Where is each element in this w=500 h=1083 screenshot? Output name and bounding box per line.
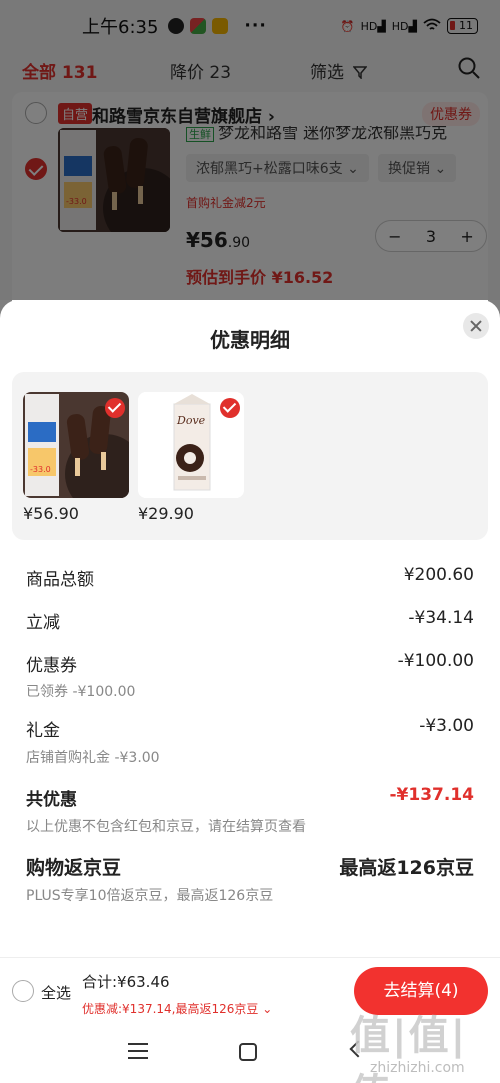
beans-note: PLUS专享10倍返京豆，最高返126京豆 bbox=[26, 888, 274, 904]
menu-icon[interactable] bbox=[128, 1043, 148, 1059]
beans-label: 购物返京豆 bbox=[26, 857, 122, 879]
checked-icon[interactable] bbox=[105, 398, 125, 418]
gift-sub: 店铺首购礼金 -¥3.00 bbox=[26, 750, 160, 766]
beans-value: 最高返126京豆 bbox=[339, 857, 474, 879]
selected-items-strip: -33.0 ¥56.90 Dove ¥29.90 bbox=[12, 372, 488, 540]
total-amount: 合计:¥63.46 bbox=[82, 973, 170, 991]
select-all-label[interactable]: 全选 bbox=[41, 982, 71, 1003]
close-icon[interactable] bbox=[463, 313, 489, 339]
checked-icon[interactable] bbox=[220, 398, 240, 418]
select-all-radio[interactable] bbox=[12, 980, 34, 1002]
watermark-site: zhizhizhi.com bbox=[370, 1060, 465, 1076]
gift-value: -¥3.00 bbox=[419, 716, 474, 736]
dim-overlay[interactable] bbox=[0, 0, 500, 300]
item-thumbnail[interactable]: Dove bbox=[138, 392, 244, 498]
coupon-value: -¥100.00 bbox=[397, 651, 474, 671]
total-discount-value: -¥137.14 bbox=[389, 785, 475, 805]
svg-text:-33.0: -33.0 bbox=[30, 465, 51, 474]
sheet-title: 优惠明细 bbox=[210, 328, 290, 352]
item-price: ¥29.90 bbox=[138, 504, 194, 523]
instant-discount-value: -¥34.14 bbox=[408, 608, 474, 628]
gift-label: 礼金 bbox=[26, 721, 60, 741]
total-discount-label: 共优惠 bbox=[26, 790, 77, 810]
subtotal-value: ¥200.60 bbox=[403, 565, 474, 585]
item-thumbnail[interactable]: -33.0 bbox=[23, 392, 129, 498]
coupon-sub: 已领券 -¥100.00 bbox=[26, 684, 136, 700]
subtotal-label: 商品总额 bbox=[26, 570, 94, 590]
discount-detail-sheet: 优惠明细 -33.0 ¥56.90 Dove ¥29.90 商品总额 ¥200.… bbox=[0, 300, 500, 957]
home-icon[interactable] bbox=[239, 1043, 257, 1061]
coupon-label: 优惠券 bbox=[26, 656, 77, 676]
svg-text:Dove: Dove bbox=[176, 414, 206, 427]
discount-summary-toggle[interactable]: 优惠减:¥137.14,最高返126京豆 ⌄ bbox=[82, 1000, 272, 1017]
instant-discount-label: 立减 bbox=[26, 613, 60, 633]
total-discount-note: 以上优惠不包含红包和京豆，请在结算页查看 bbox=[26, 819, 306, 835]
item-price: ¥56.90 bbox=[23, 504, 79, 523]
